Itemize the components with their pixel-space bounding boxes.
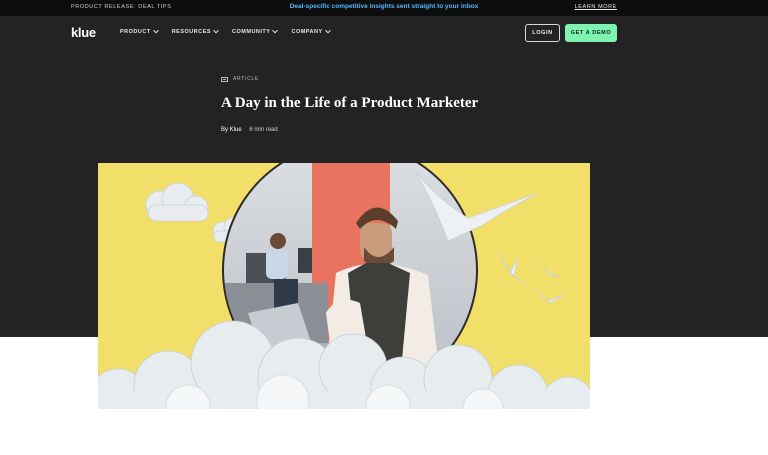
nav-item-resources[interactable]: RESOURCES [171, 27, 219, 35]
feature-illustration [98, 163, 590, 409]
login-button[interactable]: LOGIN [525, 24, 560, 42]
main-nav: klue PRODUCT RESOURCES COMMUNITY COMPANY [0, 16, 768, 50]
nav-item-label: PRODUCT [120, 29, 151, 35]
announcement-bar: PRODUCT RELEASE: DEAL TIPS Deal-specific… [0, 0, 768, 16]
get-demo-button[interactable]: GET A DEMO [565, 24, 617, 42]
chevron-down-icon [213, 27, 219, 34]
klue-logo[interactable]: klue [71, 25, 96, 40]
nav-item-product[interactable]: PRODUCT [120, 27, 159, 35]
nav-menu: PRODUCT RESOURCES COMMUNITY COMPANY [120, 27, 344, 35]
page-title: A Day in the Life of a Product Marketer [221, 95, 479, 111]
learn-more-link[interactable]: LEARN MORE [575, 4, 617, 10]
byline: By Klue 6 min read [221, 127, 278, 133]
nav-item-label: RESOURCES [171, 29, 212, 35]
chevron-down-icon [152, 27, 159, 34]
article-tag: ARTICLE [221, 76, 259, 82]
announcement-text[interactable]: Deal-specific competitive insights sent … [0, 3, 768, 10]
nav-item-label: COMMUNITY [232, 29, 271, 35]
nav-item-community[interactable]: COMMUNITY [232, 27, 279, 35]
nav-item-company[interactable]: COMPANY [291, 27, 331, 35]
chevron-down-icon [272, 27, 279, 34]
read-time: 6 min read [249, 127, 278, 133]
feature-image [98, 163, 590, 409]
article-icon [221, 76, 228, 82]
author-name: By Klue [221, 127, 242, 133]
article-tag-label: ARTICLE [233, 76, 259, 82]
nav-item-label: COMPANY [291, 29, 323, 35]
chevron-down-icon [324, 27, 331, 34]
